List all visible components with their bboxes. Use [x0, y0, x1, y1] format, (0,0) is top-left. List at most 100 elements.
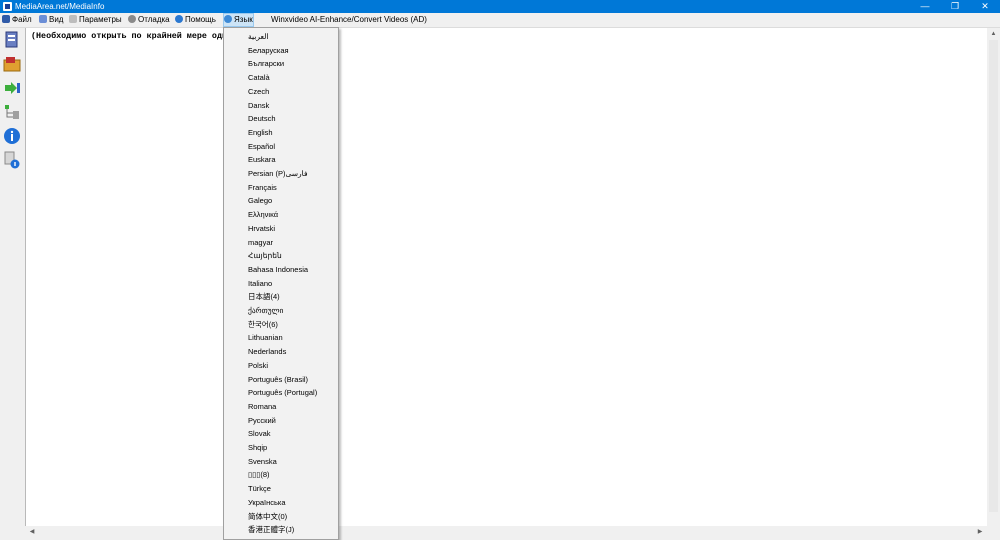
vertical-scrollbar[interactable]: ▲	[987, 28, 1000, 526]
language-menu-item[interactable]: Português (Brasil)	[224, 373, 338, 387]
language-menu-item[interactable]: Português (Portugal)	[224, 386, 338, 400]
menu-file[interactable]: Файл	[2, 14, 32, 26]
language-label: 香港正體字(J)	[248, 525, 295, 535]
menu-file-label: Файл	[12, 15, 32, 24]
language-menu-item[interactable]: Nederlands	[224, 345, 338, 359]
language-menu-item[interactable]: Persian (P)فارسی	[224, 167, 338, 181]
menu-winxvideo-label: Winxvideo AI-Enhance/Convert Videos (AD)	[271, 15, 427, 24]
language-label: Português (Brasil)	[248, 374, 309, 384]
menu-options[interactable]: Параметры	[69, 14, 122, 26]
language-menu-item[interactable]: Українська	[224, 496, 338, 510]
language-menu-item[interactable]: Romana	[224, 400, 338, 414]
menu-view[interactable]: Вид	[39, 14, 63, 26]
globe-icon	[224, 15, 232, 23]
language-label: 简体中文(0)	[248, 511, 288, 521]
mediainfo-app-icon	[3, 2, 12, 11]
language-menu-item[interactable]: Euskara	[224, 153, 338, 167]
language-label: Deutsch	[248, 114, 276, 124]
language-menu-item[interactable]: Български	[224, 57, 338, 71]
language-label: ქართული	[248, 306, 284, 315]
export-button[interactable]	[3, 79, 21, 97]
scroll-left-icon[interactable]: ◀	[27, 526, 37, 538]
language-label: Persian (P)فارسی	[248, 169, 308, 178]
language-menu-item[interactable]: Հայերեն	[224, 249, 338, 263]
language-menu-item[interactable]: Polski	[224, 359, 338, 373]
language-label: Polski	[248, 360, 269, 370]
open-file-button[interactable]	[3, 31, 21, 49]
scroll-up-icon[interactable]: ▲	[987, 28, 1000, 40]
language-label: Français	[248, 182, 277, 192]
language-menu-item[interactable]: 香港正體字(J)	[224, 523, 338, 537]
language-menu-item[interactable]: Galego	[224, 194, 338, 208]
language-menu-item[interactable]: Català	[224, 71, 338, 85]
language-menu-item[interactable]: العربية	[224, 30, 338, 44]
language-label: Svenska	[248, 456, 277, 466]
menu-language[interactable]: Язык	[223, 13, 254, 27]
language-menu-item[interactable]: English	[224, 126, 338, 140]
maximize-button[interactable]: ❐	[940, 0, 970, 13]
language-menu-item[interactable]: Czech	[224, 85, 338, 99]
language-menu-item[interactable]: Slovak	[224, 427, 338, 441]
language-menu-item[interactable]: Dansk	[224, 99, 338, 113]
open-file-hint: (Необходимо открыть по крайней мере оди	[31, 31, 228, 41]
language-menu-item[interactable]: Lithuanian	[224, 331, 338, 345]
language-menu-item[interactable]: ▯▯▯(8)	[224, 468, 338, 482]
open-folder-button[interactable]	[3, 55, 21, 73]
language-label: Czech	[248, 86, 270, 96]
language-menu-item[interactable]: 简体中文(0)	[224, 510, 338, 524]
language-menu-item[interactable]: magyar	[224, 236, 338, 250]
window-title: MediaArea.net/MediaInfo	[15, 2, 105, 11]
language-menu-item[interactable]: Беларуская	[224, 44, 338, 58]
language-label: Türkçe	[248, 484, 271, 494]
options-icon	[69, 15, 77, 23]
close-button[interactable]: ✕	[970, 0, 1000, 13]
open-folder-icon	[3, 57, 21, 72]
language-label: Hrvatski	[248, 223, 276, 233]
left-toolbar	[0, 28, 24, 538]
menu-debug[interactable]: Отладка	[128, 14, 170, 26]
open-file-icon	[5, 31, 18, 48]
language-menu-item[interactable]: Hrvatski	[224, 222, 338, 236]
language-label: 日本語(4)	[248, 292, 280, 302]
minimize-button[interactable]: —	[910, 0, 940, 13]
scroll-right-icon[interactable]: ▶	[975, 526, 985, 538]
language-label: Українська	[248, 497, 286, 507]
menu-options-label: Параметры	[79, 15, 122, 24]
menu-help-label: Помощь	[185, 15, 216, 24]
horizontal-scrollbar[interactable]: ◀ ▶	[25, 526, 987, 538]
language-label: Lithuanian	[248, 333, 283, 343]
language-label: Italiano	[248, 278, 273, 288]
language-label: Русский	[248, 415, 276, 425]
language-menu-item[interactable]: Bahasa Indonesia	[224, 263, 338, 277]
language-label: magyar	[248, 237, 274, 247]
language-label: Bahasa Indonesia	[248, 264, 309, 274]
language-menu-item[interactable]: Türkçe	[224, 482, 338, 496]
language-menu-item[interactable]: Español	[224, 140, 338, 154]
language-menu-item[interactable]: Français	[224, 181, 338, 195]
language-dropdown-menu: العربية Беларуская Български Català Czech Dan…	[223, 27, 339, 540]
menu-winxvideo-ad[interactable]: Winxvideo AI-Enhance/Convert Videos (AD)	[271, 14, 427, 26]
about-button[interactable]	[3, 127, 21, 145]
web-update-button[interactable]	[3, 151, 21, 169]
language-menu-item[interactable]: Shqip	[224, 441, 338, 455]
language-label: English	[248, 127, 273, 137]
menu-bar: Файл Вид Параметры Отладка Помощь Язык W…	[0, 13, 1000, 28]
language-menu-item[interactable]: 日本語(4)	[224, 290, 338, 304]
language-label: Slovak	[248, 429, 271, 439]
language-menu-item[interactable]: Русский	[224, 414, 338, 428]
language-menu-item[interactable]: 한국어(6)	[224, 318, 338, 332]
language-label: Euskara	[248, 155, 276, 165]
content-area[interactable]: (Необходимо открыть по крайней мере оди	[25, 28, 987, 526]
language-label: Português (Portugal)	[248, 388, 318, 398]
language-menu-item[interactable]: Deutsch	[224, 112, 338, 126]
language-menu-item[interactable]: Italiano	[224, 277, 338, 291]
sheet-view-button[interactable]	[3, 103, 21, 121]
language-label: Български	[248, 59, 285, 69]
language-label: Romana	[248, 401, 277, 411]
language-menu-item[interactable]: Svenska	[224, 455, 338, 469]
menu-language-label: Язык	[234, 15, 253, 24]
language-menu-item[interactable]: Ελληνικά	[224, 208, 338, 222]
vertical-scroll-thumb[interactable]	[989, 40, 998, 512]
language-menu-item[interactable]: ქართული	[224, 304, 338, 318]
menu-help[interactable]: Помощь	[175, 14, 216, 26]
